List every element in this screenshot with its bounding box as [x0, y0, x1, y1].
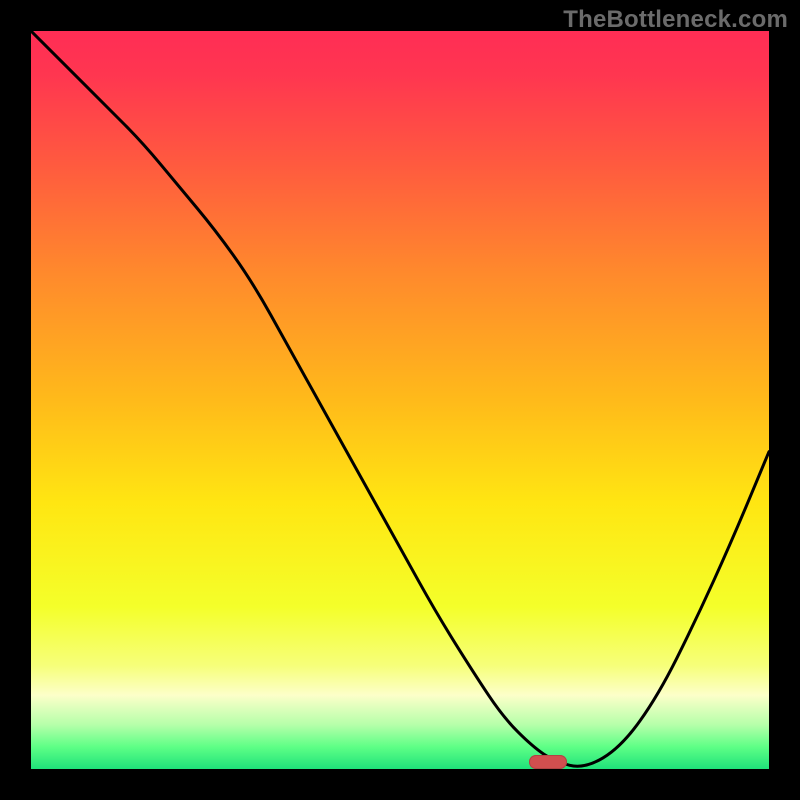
bottleneck-marker-pill — [529, 755, 567, 769]
plot-area — [31, 31, 769, 769]
curve-line — [31, 31, 769, 769]
watermark-text: TheBottleneck.com — [563, 6, 788, 34]
chart-stage: TheBottleneck.com — [0, 0, 800, 800]
